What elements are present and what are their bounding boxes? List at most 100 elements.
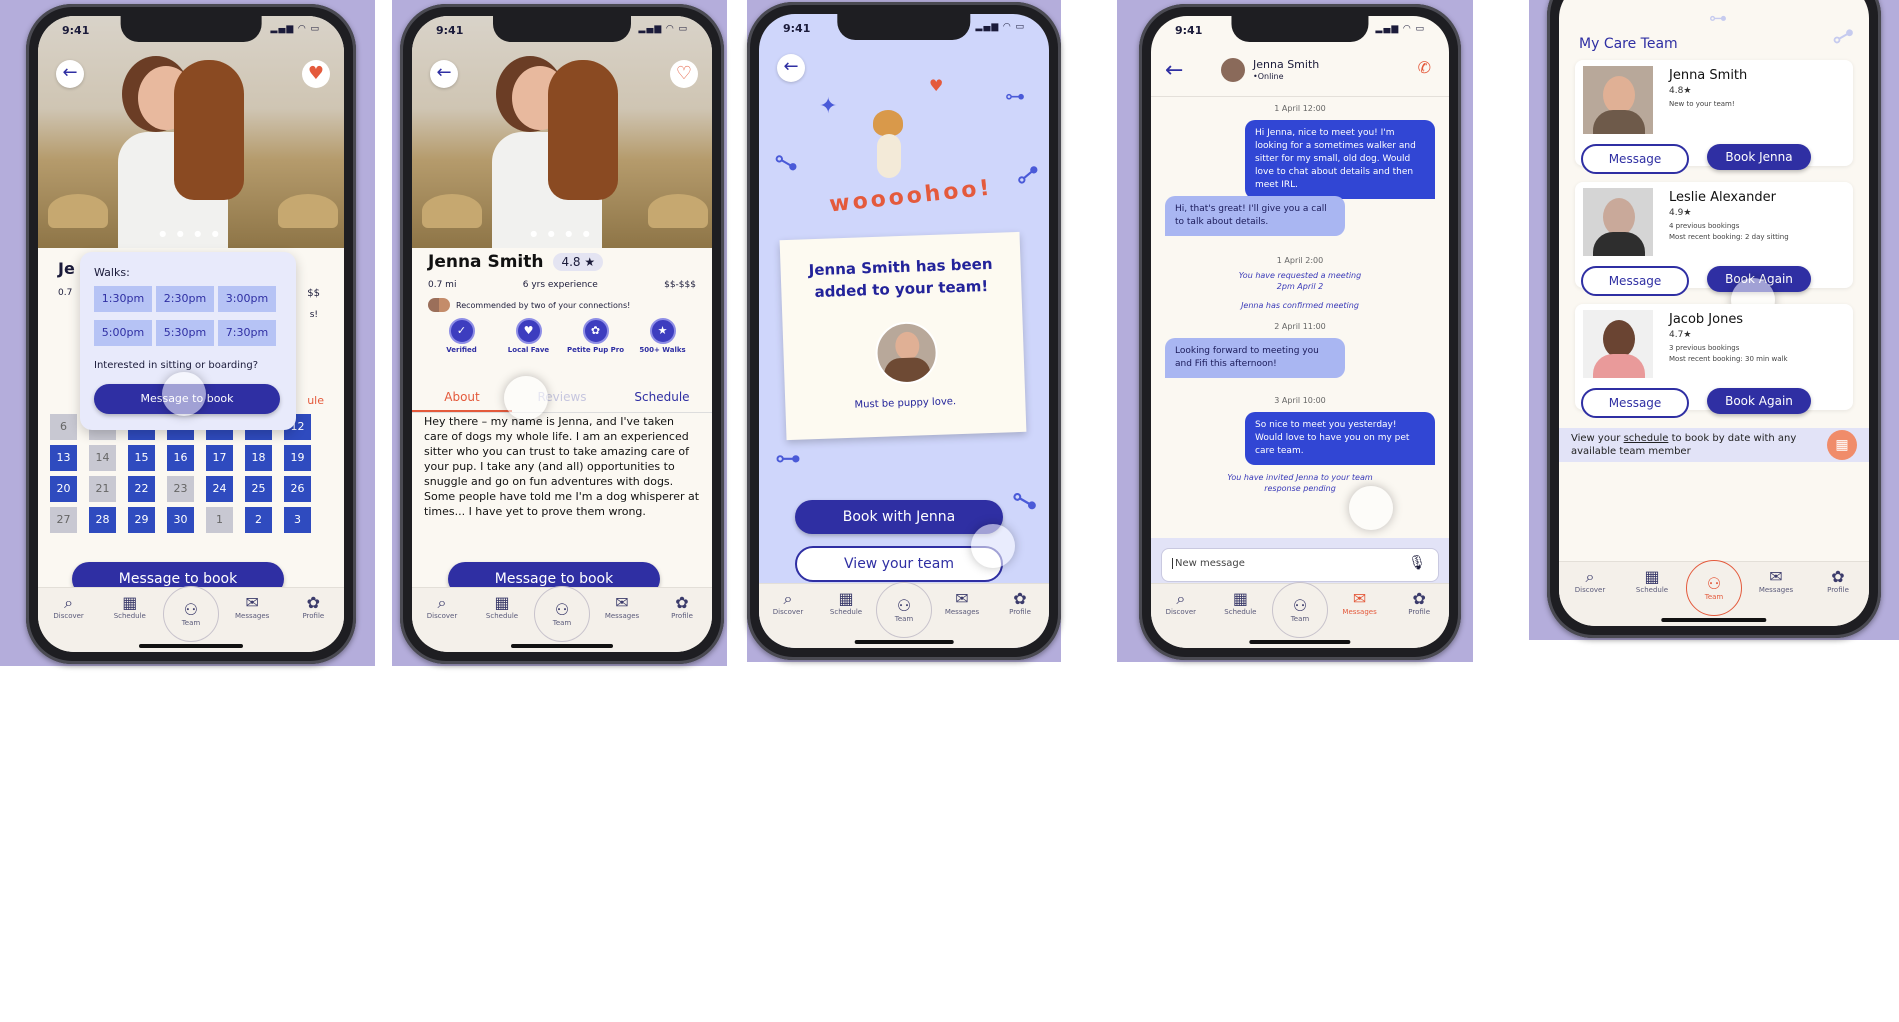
- nav-messages[interactable]: ✉ Messages: [1330, 589, 1390, 617]
- nav-team[interactable]: ⚇ Team: [1683, 560, 1745, 616]
- nav-discover[interactable]: ⌕ Discover: [412, 594, 472, 621]
- nav-messages[interactable]: ✉ Messages: [222, 594, 283, 621]
- cal-day[interactable]: 26: [284, 476, 311, 502]
- time-slot-grid: 1:30pm 2:30pm 3:00pm 5:00pm 5:30pm 7:30p…: [94, 286, 276, 346]
- cal-day[interactable]: 25: [245, 476, 272, 502]
- nav-messages[interactable]: ✉ Messages: [592, 594, 652, 621]
- book-jenna-button[interactable]: Book Jenna: [1707, 144, 1811, 170]
- jenna-avatar: [874, 320, 939, 385]
- member-rating: 4.8★: [1669, 86, 1692, 96]
- cal-day[interactable]: 2: [245, 507, 272, 533]
- mail-icon: ✉: [1352, 589, 1367, 608]
- team-member-card: Jenna Smith 4.8★ New to your team! Messa…: [1575, 60, 1853, 174]
- bottom-nav: ⌕ Discover ▦ Schedule ⚇ Team ✉ Messages ✿ Pro…: [38, 586, 344, 652]
- cal-day[interactable]: 17: [206, 445, 233, 471]
- favorite-heart-icon[interactable]: ♥: [302, 60, 330, 88]
- nav-discover[interactable]: ⌕ Discover: [38, 594, 99, 621]
- nav-team[interactable]: ⚇ Team: [1270, 582, 1330, 638]
- cal-day[interactable]: 15: [128, 445, 155, 471]
- time-slot[interactable]: 3:00pm: [218, 286, 276, 312]
- phone-frame: 9:41 ▂▄▆ ◠ ▭ ● ● ● ● ← ♥ Je 0.7 $$ s! ule…: [26, 4, 356, 664]
- nav-profile[interactable]: ✿ Profile: [1807, 568, 1869, 595]
- nav-profile[interactable]: ✿ Profile: [991, 590, 1049, 617]
- book-again-button[interactable]: Book Again: [1707, 388, 1811, 414]
- about-text: Hey there – my name is Jenna, and I've t…: [424, 415, 700, 518]
- nav-label: Team: [181, 619, 201, 627]
- nav-label: Messages: [1342, 608, 1377, 616]
- cal-day[interactable]: 20: [50, 476, 77, 502]
- nav-discover[interactable]: ⌕ Discover: [1151, 590, 1211, 617]
- schedule-hint-text: View your schedule to book by date with …: [1571, 432, 1801, 458]
- nav-team[interactable]: ⚇ Team: [875, 582, 933, 638]
- nav-profile[interactable]: ✿ Profile: [652, 594, 712, 621]
- nav-label: Team: [1290, 615, 1310, 623]
- profile-photo: ● ● ● ●: [412, 16, 712, 248]
- cal-day[interactable]: 22: [128, 476, 155, 502]
- book-with-jenna-button[interactable]: Book with Jenna: [795, 500, 1003, 534]
- nav-label: Discover: [1165, 608, 1197, 616]
- back-arrow-icon[interactable]: ←: [777, 54, 805, 82]
- schedule-link[interactable]: schedule: [1624, 433, 1669, 444]
- cal-day[interactable]: 18: [245, 445, 272, 471]
- cal-day[interactable]: 16: [167, 445, 194, 471]
- message-button[interactable]: Message: [1581, 266, 1689, 296]
- time-slot[interactable]: 5:00pm: [94, 320, 152, 346]
- back-arrow-icon[interactable]: ←: [430, 60, 458, 88]
- bottom-nav: ⌕ Discover ▦ Schedule ⚇ Team ✉ Messages ✿ Pro…: [1559, 560, 1869, 626]
- woohoo-text: woooohoo!: [828, 175, 994, 218]
- cal-day[interactable]: 28: [89, 507, 116, 533]
- home-indicator: [511, 644, 613, 648]
- nav-profile[interactable]: ✿ Profile: [283, 594, 344, 621]
- nav-schedule[interactable]: ▦ Schedule: [99, 594, 160, 621]
- bone-icon: ⊶: [1008, 155, 1048, 195]
- message-button[interactable]: Message: [1581, 388, 1689, 418]
- cal-day[interactable]: 13: [50, 445, 77, 471]
- nav-schedule[interactable]: ▦ Schedule: [1211, 590, 1271, 617]
- nav-discover[interactable]: ⌕ Discover: [759, 590, 817, 617]
- cal-day[interactable]: 29: [128, 507, 155, 533]
- favorite-heart-icon[interactable]: ♡: [670, 60, 698, 88]
- message-input[interactable]: New message 🎙: [1161, 548, 1439, 582]
- cal-day[interactable]: 24: [206, 476, 233, 502]
- schedule-calendar-button[interactable]: ▦: [1827, 430, 1857, 460]
- tab-about[interactable]: About: [412, 384, 512, 412]
- team-icon: ⚇: [183, 600, 199, 619]
- nav-schedule[interactable]: ▦ Schedule: [1621, 568, 1683, 595]
- signal-icons: ▂▄▆ ◠ ▭: [975, 22, 1025, 32]
- time-slot[interactable]: 2:30pm: [156, 286, 214, 312]
- message-button[interactable]: Message: [1581, 144, 1689, 174]
- profile-name: Jenna Smith: [428, 252, 544, 272]
- time-slot[interactable]: 5:30pm: [156, 320, 214, 346]
- sitting-question: Interested in sitting or boarding?: [94, 360, 259, 371]
- message-sent: So nice to meet you yesterday! Would lov…: [1245, 412, 1435, 465]
- back-arrow-icon[interactable]: ←: [1165, 58, 1183, 83]
- search-icon: ⌕: [1585, 567, 1595, 586]
- nav-messages[interactable]: ✉ Messages: [1745, 568, 1807, 595]
- nav-discover[interactable]: ⌕ Discover: [1559, 567, 1621, 595]
- nav-profile[interactable]: ✿ Profile: [1389, 590, 1449, 617]
- nav-messages[interactable]: ✉ Messages: [933, 590, 991, 617]
- cal-day[interactable]: 30: [167, 507, 194, 533]
- nav-team[interactable]: ⚇ Team: [532, 586, 592, 642]
- microphone-icon[interactable]: 🎙: [1408, 555, 1426, 571]
- bone-icon: ⊶: [1004, 479, 1046, 522]
- nav-label: Profile: [1408, 608, 1431, 616]
- back-arrow-icon[interactable]: ←: [56, 60, 84, 88]
- nav-label: Messages: [604, 612, 640, 620]
- price-partial: $$: [307, 288, 320, 299]
- tab-schedule[interactable]: Schedule: [612, 384, 712, 412]
- cal-day: 6: [50, 414, 77, 440]
- cal-day: 1: [206, 507, 233, 533]
- cal-day[interactable]: 19: [284, 445, 311, 471]
- badge-petite-pup-pro: ✿ Petite Pup Pro: [566, 318, 626, 354]
- team-icon: ⚇: [1706, 574, 1722, 593]
- nav-schedule[interactable]: ▦ Schedule: [817, 590, 875, 617]
- time-slot[interactable]: 1:30pm: [94, 286, 152, 312]
- nav-label: Schedule: [829, 608, 863, 616]
- phone-call-icon[interactable]: ✆: [1418, 58, 1431, 77]
- nav-team[interactable]: ⚇ Team: [160, 586, 221, 642]
- cal-day[interactable]: 3: [284, 507, 311, 533]
- nav-label: Messages: [1758, 586, 1794, 594]
- time-slot[interactable]: 7:30pm: [218, 320, 276, 346]
- nav-schedule[interactable]: ▦ Schedule: [472, 594, 532, 621]
